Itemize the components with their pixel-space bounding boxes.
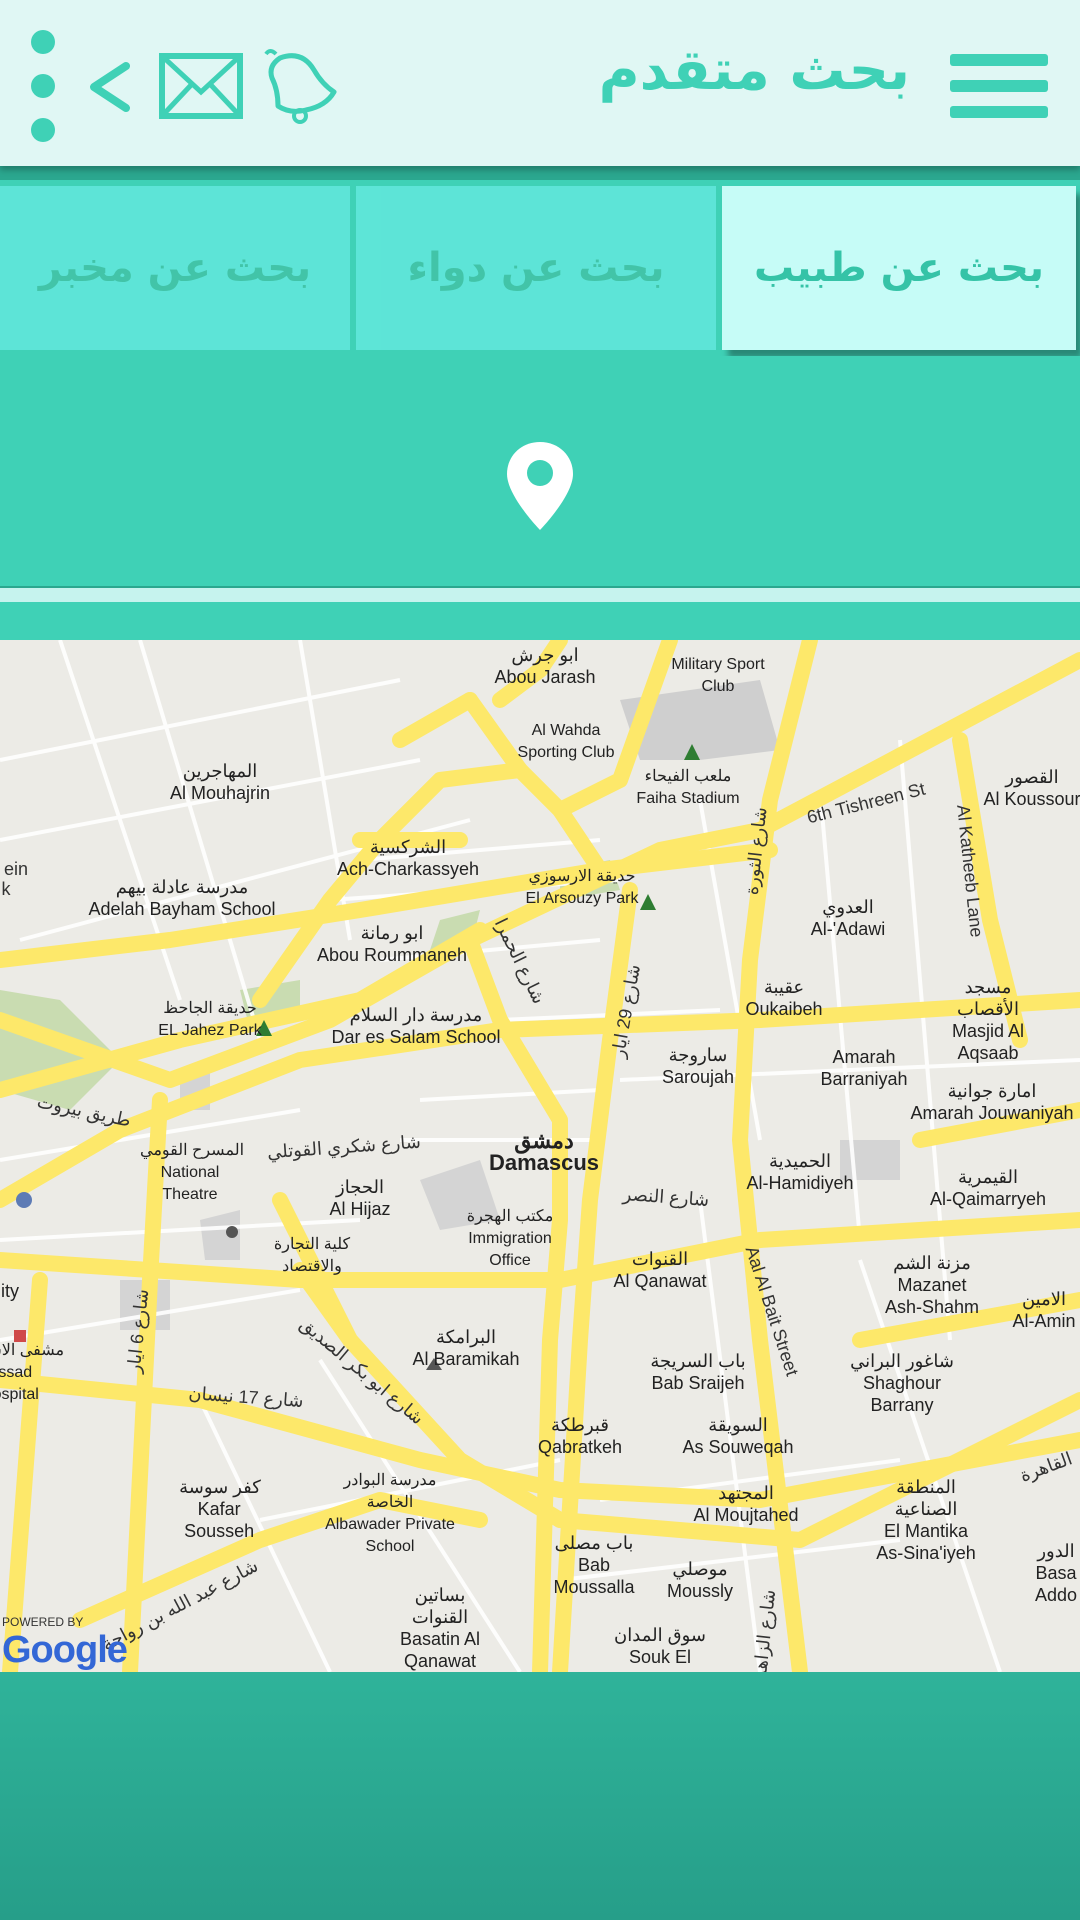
divider-band [0, 602, 1080, 640]
mail-icon[interactable] [158, 52, 244, 120]
map-label: كلية التجارة والاقتصاد [273, 1236, 351, 1275]
map-label: Military Sport Club [671, 656, 765, 695]
more-vertical-icon[interactable] [26, 28, 62, 144]
map-label: Amarah Barraniyah [820, 1047, 908, 1089]
road-label: k [1, 879, 11, 899]
map-label: باب مصلى Bab Moussalla [553, 1533, 635, 1597]
map-label: باب السريجة Bab Sraijeh [650, 1351, 746, 1393]
bottom-panel [0, 1672, 1080, 1920]
bell-icon[interactable] [262, 44, 342, 124]
map-label: مكتب الهجرة Immigration Office [466, 1208, 554, 1269]
map-label: حديقة الارسوزي El Arsouzy Park [525, 868, 639, 907]
map-label: عقيبة Oukaibeh [745, 977, 823, 1019]
map-label: السويقة As Souweqah [682, 1415, 794, 1457]
map-label: ابو رمانة Abou Roummaneh [316, 923, 468, 965]
back-arrow-icon[interactable] [86, 60, 132, 114]
map-label: المنطقة الصناعية El Mantika As-Sina'iyeh [876, 1477, 976, 1563]
menu-icon-bar [950, 54, 1048, 66]
map-label: المسرح القومي National Theatre [139, 1142, 245, 1203]
map-label-city: دمشق Damascus [488, 1128, 600, 1175]
map-label: البرامكة Al Baramikah [412, 1327, 520, 1369]
page-title: بحث متقدم [598, 38, 910, 103]
map-label: موصلي Moussly [666, 1559, 734, 1601]
map-label: القنوات Al Qanawat [613, 1249, 707, 1291]
map-label: Al Wahda Sporting Club [517, 722, 615, 761]
map-view[interactable]: ابو جرش Abou Jarash Military Sport Club A… [0, 640, 1080, 1672]
tab-doctor-search[interactable]: بحث عن طبيب [722, 186, 1076, 350]
location-pin-icon[interactable] [505, 440, 575, 532]
map-label: الحجاز Al Hijaz [329, 1177, 391, 1219]
map-label: الامين Al-Amin [1012, 1289, 1076, 1331]
map-label: مدرسة دار السلام Dar es Salam School [331, 1005, 501, 1047]
map-label: شاغور البراني Shaghour Barrany [850, 1351, 954, 1415]
map-label: المجتهد Al Moujtahed [693, 1483, 799, 1525]
map-label: بساتين القنوات Basatin Al Qanawat [399, 1585, 481, 1671]
map-label: حديقة الجاحظ EL Jahez Park [158, 1000, 262, 1039]
menu-icon-bar [950, 106, 1048, 118]
road-label: ein [3, 859, 29, 879]
map-label: مدرسة عادلة بيهم Adelah Bayham School [88, 877, 276, 919]
divider-stripe [0, 588, 1080, 602]
map-label: مشفى الاسدAssad Hospital [0, 1342, 65, 1403]
map-label: الحميدية Al-Hamidiyeh [746, 1151, 854, 1193]
google-logo: Google [2, 1629, 128, 1671]
tab-medicine-search[interactable]: بحث عن دواء [356, 186, 716, 350]
map-label: سوق المدان Souk El [614, 1625, 706, 1667]
map-label: كفر سوسة Kafar Sousseh [179, 1477, 261, 1541]
map-label: مزنة الشم Mazanet Ash-Shahm [884, 1253, 980, 1317]
map-label: ابو جرش Abou Jarash [494, 645, 596, 687]
map-label: ملعب الفيحاء Faiha Stadium [636, 768, 740, 807]
map-label: مدرسة البوادر الخاصة Albawader Private Sc… [325, 1472, 455, 1555]
tab-lab-search[interactable]: بحث عن مخبر [0, 186, 350, 350]
map-label: ساروجة Saroujah [661, 1045, 735, 1087]
map-label: المهاجرين Al Mouhajrin [169, 761, 271, 803]
app-header: بحث متقدم [0, 0, 1080, 166]
map-label: الشركسية Ach-Charkassyeh [336, 837, 480, 879]
map-label: القصور Al Koussour [983, 767, 1080, 809]
map-label: مسجد الأقصاب Masjid Al Aqsaab [951, 977, 1025, 1063]
map-label: الدور Basa Addo [1034, 1541, 1078, 1605]
map-label: ity [1, 1281, 19, 1301]
map-label: القيمرية Al-Qaimarryeh [929, 1167, 1047, 1209]
map-label: قبرطكة Qabratkeh [537, 1415, 623, 1457]
map-label: امارة جوانية Amarah Jouwaniyah [910, 1081, 1074, 1123]
search-tabs: بحث عن مخبر بحث عن دواء بحث عن طبيب [0, 180, 1080, 356]
map-label: العدوي Al-'Adawi [810, 897, 886, 939]
google-attribution: POWERED BY Google [2, 1615, 128, 1671]
menu-button[interactable] [950, 54, 1048, 118]
menu-icon-bar [950, 80, 1048, 92]
